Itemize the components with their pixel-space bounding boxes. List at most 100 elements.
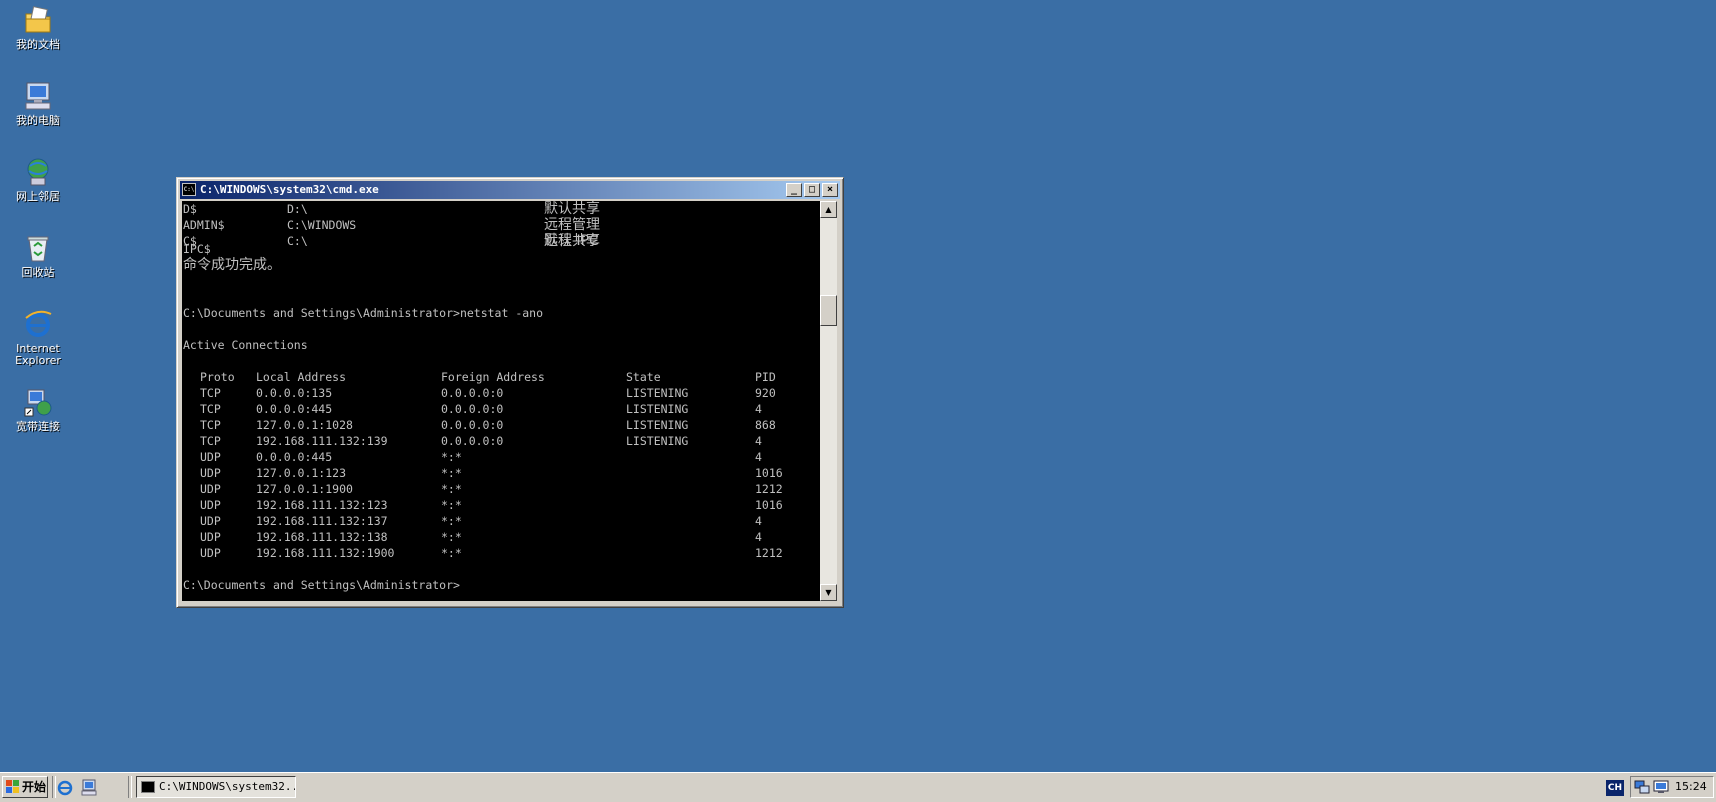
desktop-icon-label: 回收站: [21, 266, 55, 279]
cell-local-address: 127.0.0.1:1900: [256, 482, 353, 496]
command-prompt-line: C:\Documents and Settings\Administrator>…: [183, 306, 544, 320]
desktop-icon-network-places[interactable]: 网上邻居: [0, 156, 76, 203]
desktop-icon-my-documents[interactable]: 我的文档: [0, 4, 76, 51]
final-prompt[interactable]: C:\Documents and Settings\Administrator>: [182, 577, 820, 593]
cell-pid: 1212: [755, 546, 783, 560]
cell-pid: 4: [755, 514, 762, 528]
windows-logo-icon: [6, 780, 19, 793]
share-name: IPC$: [183, 242, 211, 256]
cell-proto: TCP: [200, 434, 221, 448]
share-name: D$: [183, 202, 197, 216]
desktop-icon-broadband[interactable]: 宽带连接: [0, 386, 76, 433]
share-path: D:\: [287, 202, 308, 216]
cell-proto: UDP: [200, 514, 221, 528]
cell-foreign-address: 0.0.0.0:0: [441, 386, 504, 400]
cell-pid: 1212: [755, 482, 783, 496]
cell-foreign-address: *:*: [441, 466, 462, 480]
netstat-rows: TCP 0.0.0.0:135 0.0.0.0:0 LISTENING 920 TCP 0.…: [182, 385, 820, 561]
cell-foreign-address: *:*: [441, 514, 462, 528]
system-tray: 15:24: [1630, 776, 1714, 798]
netstat-row: UDP 0.0.0.0:445 *:* 4: [182, 449, 820, 465]
cell-pid: 4: [755, 450, 762, 464]
share-remark: 远程 IPC: [544, 233, 599, 249]
vertical-scrollbar[interactable]: ▲ ▼: [820, 201, 837, 601]
netstat-header-row: Proto Local Address Foreign Address State PI…: [182, 369, 820, 385]
cell-pid: 4: [755, 434, 762, 448]
header-foreign-address: Foreign Address: [441, 370, 545, 384]
cmd-window[interactable]: C:\ C:\WINDOWS\system32\cmd.exe _ □ × D$…: [176, 177, 844, 608]
cell-pid: 4: [755, 530, 762, 544]
clock[interactable]: 15:24: [1675, 777, 1707, 797]
cell-local-address: 0.0.0.0:445: [256, 402, 333, 416]
desktop-icon-label: 我的文档: [16, 38, 60, 51]
cell-foreign-address: 0.0.0.0:0: [441, 418, 504, 432]
desktop-icon-label: 网上邻居: [16, 190, 60, 203]
internet-explorer-icon: [22, 308, 54, 340]
netstat-row: UDP 192.168.111.132:1900 *:* 1212: [182, 545, 820, 561]
cell-local-address: 0.0.0.0:135: [256, 386, 333, 400]
header-local-address: Local Address: [256, 370, 347, 384]
language-indicator[interactable]: CH: [1606, 780, 1624, 796]
cell-state: LISTENING: [626, 402, 689, 416]
display-tray-icon[interactable]: [1653, 780, 1669, 794]
cell-proto: UDP: [200, 482, 221, 496]
cell-state: LISTENING: [626, 418, 689, 432]
cell-local-address: 127.0.0.1:123: [256, 466, 347, 480]
netstat-row: UDP 127.0.0.1:123 *:* 1016: [182, 465, 820, 481]
cell-proto: UDP: [200, 498, 221, 512]
cell-pid: 1016: [755, 498, 783, 512]
desktop-icon-my-computer[interactable]: 我的电脑: [0, 80, 76, 127]
cell-proto: TCP: [200, 418, 221, 432]
scroll-up-button[interactable]: ▲: [820, 201, 837, 218]
window-title: C:\WINDOWS\system32\cmd.exe: [200, 183, 379, 196]
share-row: D$ D:\ 默认共享: [182, 201, 820, 217]
netstat-row: UDP 192.168.111.132:123 *:* 1016: [182, 497, 820, 513]
recycle-bin-icon: [22, 232, 54, 264]
cell-state: LISTENING: [626, 434, 689, 448]
cell-pid: 868: [755, 418, 776, 432]
cell-local-address: 0.0.0.0:445: [256, 450, 333, 464]
window-titlebar[interactable]: C:\ C:\WINDOWS\system32\cmd.exe _ □ ×: [180, 181, 840, 199]
cell-proto: UDP: [200, 546, 221, 560]
cell-proto: UDP: [200, 466, 221, 480]
share-row: ADMIN$ C:\WINDOWS 远程管理: [182, 217, 820, 233]
broadband-connection-icon: [22, 386, 54, 418]
desktop-icon-recycle-bin[interactable]: 回收站: [0, 232, 76, 279]
cell-proto: TCP: [200, 386, 221, 400]
desktop-icon-label: 宽带连接: [16, 420, 60, 433]
cell-proto: TCP: [200, 402, 221, 416]
netstat-row: TCP 0.0.0.0:445 0.0.0.0:0 LISTENING 4: [182, 401, 820, 417]
cell-foreign-address: *:*: [441, 450, 462, 464]
header-state: State: [626, 370, 661, 384]
network-tray-icon[interactable]: [1634, 780, 1650, 794]
netstat-row: UDP 127.0.0.1:1900 *:* 1212: [182, 481, 820, 497]
share-row: IPC$ 远程 IPC: [182, 233, 820, 257]
minimize-button[interactable]: _: [786, 183, 802, 197]
desktop-icon-internet-explorer[interactable]: Internet Explorer: [0, 308, 76, 367]
success-message: 命令成功完成。: [183, 257, 281, 273]
scroll-down-button[interactable]: ▼: [820, 584, 837, 601]
scroll-thumb[interactable]: [820, 295, 837, 326]
cell-pid: 4: [755, 402, 762, 416]
quicklaunch-ie-icon[interactable]: [56, 778, 74, 796]
console-output[interactable]: D$ D:\ 默认共享 ADMIN$ C:\WINDOWS 远程管理 C$ C:\ 默认共享…: [182, 201, 820, 601]
cell-proto: UDP: [200, 530, 221, 544]
active-connections-heading: Active Connections: [183, 338, 308, 352]
share-remark: 远程管理: [544, 217, 600, 233]
start-button[interactable]: 开始: [2, 776, 48, 798]
cell-local-address: 127.0.0.1:1028: [256, 418, 353, 432]
maximize-button[interactable]: □: [804, 183, 820, 197]
quicklaunch-show-desktop-icon[interactable]: [80, 778, 98, 796]
desktop-icon-label: 我的电脑: [16, 114, 60, 127]
cmd-app-icon[interactable]: C:\: [182, 183, 196, 196]
header-pid: PID: [755, 370, 776, 384]
desktop-icon-label: Internet Explorer: [15, 342, 61, 367]
close-button[interactable]: ×: [822, 183, 838, 197]
netstat-row: UDP 192.168.111.132:138 *:* 4: [182, 529, 820, 545]
taskbar-cmd-button[interactable]: C:\WINDOWS\system32...: [136, 776, 296, 798]
cell-state: LISTENING: [626, 386, 689, 400]
cell-pid: 920: [755, 386, 776, 400]
